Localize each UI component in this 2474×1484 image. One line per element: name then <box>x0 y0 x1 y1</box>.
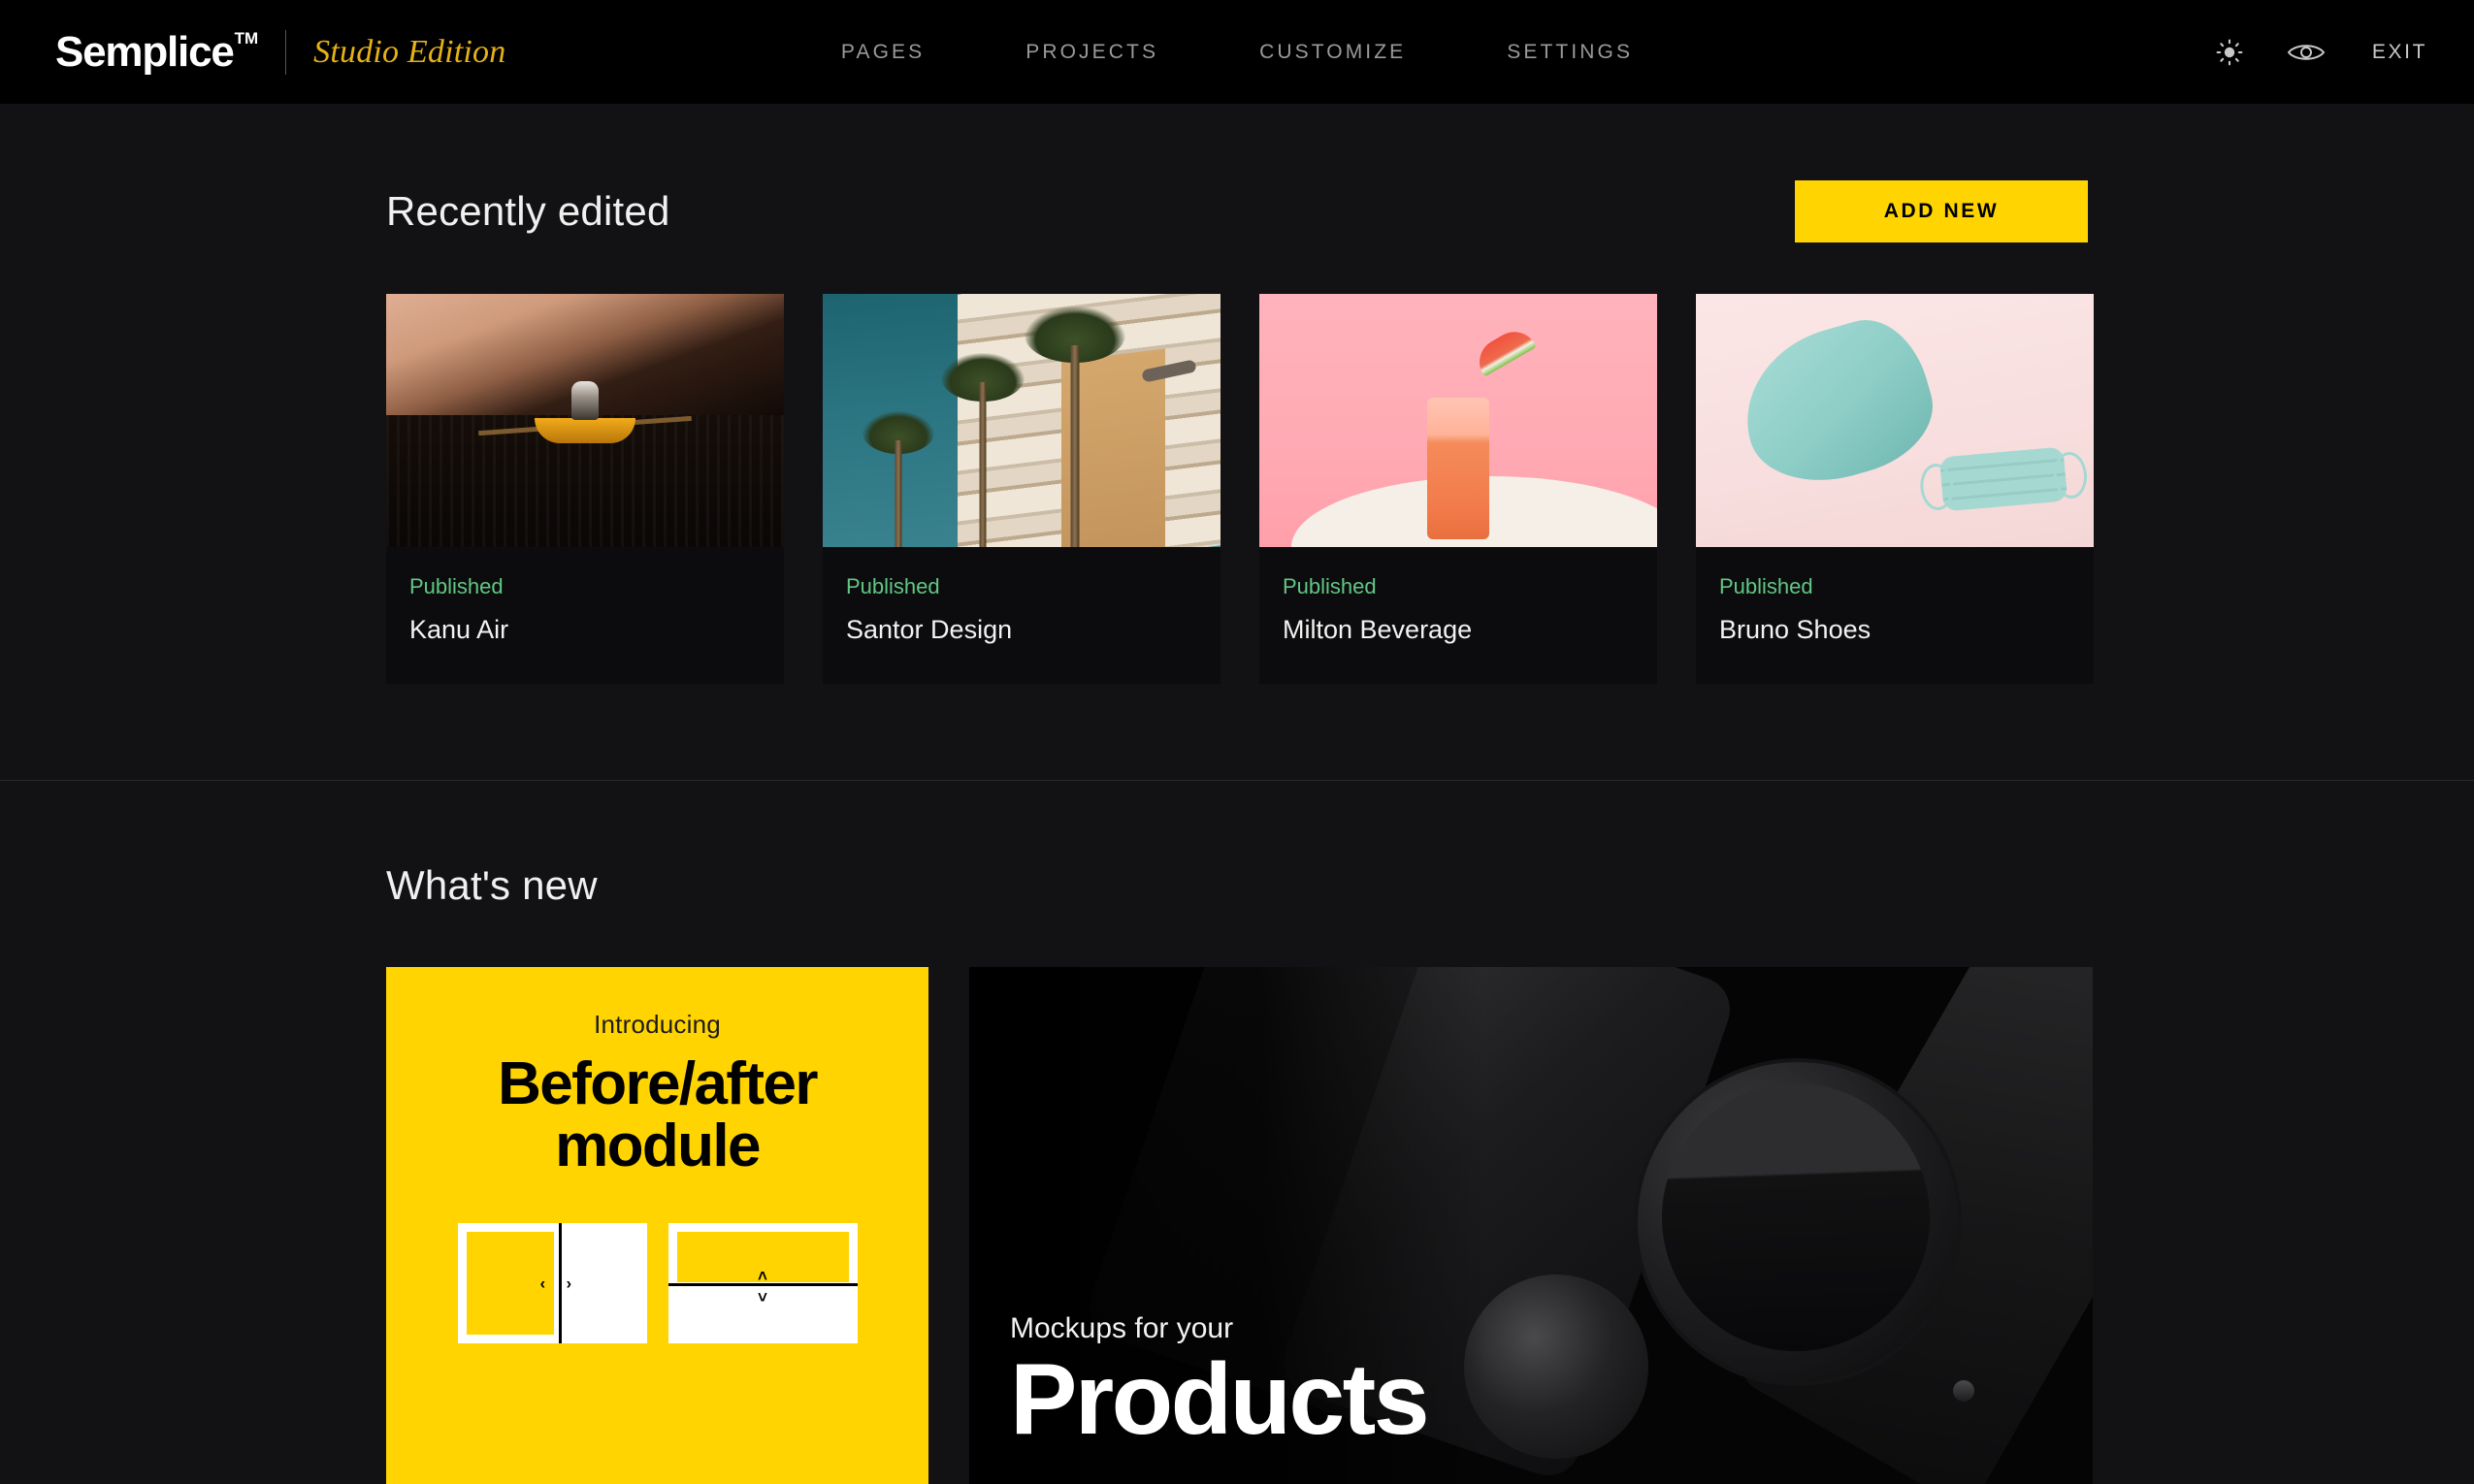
product-promo-title: Products <box>1010 1343 1430 1456</box>
page-title: Recently edited <box>386 188 670 234</box>
whats-new-title: What's new <box>386 862 598 908</box>
project-card-title: Bruno Shoes <box>1719 615 1872 644</box>
project-card-title: Santor Design <box>846 615 1013 644</box>
project-card[interactable]: Published Milton Beverage <box>1259 294 1657 684</box>
product-promo-copy: Mockups for your Products <box>1010 1312 1430 1456</box>
kayak-shape <box>535 417 635 443</box>
exit-button[interactable]: EXIT <box>2372 41 2427 64</box>
palm-tree-shape <box>934 353 1031 547</box>
horizontal-split-illustration: ˄ ˅ <box>667 1222 858 1343</box>
project-card-meta: Published Santor Design <box>823 547 1221 684</box>
palm-trees-thumbnail-image[interactable] <box>823 294 1221 547</box>
add-new-button[interactable]: ADD NEW <box>1795 180 2088 242</box>
shoe-shape <box>1726 306 1947 500</box>
product-promo-kicker: Mockups for your <box>1010 1312 1234 1344</box>
sun-icon[interactable] <box>2215 38 2244 67</box>
face-mask-shape <box>1939 446 2068 512</box>
nav-item-customize[interactable]: CUSTOMIZE <box>1209 41 1456 64</box>
palm-tree-shape <box>855 411 942 547</box>
promo-title: Before/after module <box>498 1050 818 1180</box>
chevron-up-icon: ˄ <box>758 1266 767 1285</box>
nav-item-projects[interactable]: PROJECTS <box>975 41 1209 64</box>
project-card-meta: Published Bruno Shoes <box>1696 547 2094 684</box>
brand-separator <box>285 29 287 75</box>
project-card-meta: Published Kanu Air <box>386 547 784 684</box>
whats-new-panels: Introducing Before/after module ‹ › ˄ ˅ … <box>386 967 2093 1484</box>
project-card[interactable]: Published Santor Design <box>823 294 1221 684</box>
palm-tree-shape <box>1022 306 1128 547</box>
chevron-right-icon: › <box>566 1274 572 1293</box>
beverage-thumbnail-image[interactable] <box>1259 294 1657 547</box>
nav-item-settings[interactable]: SETTINGS <box>1456 41 1683 64</box>
main-navigation: PAGES PROJECTS CUSTOMIZE SETTINGS <box>791 41 1683 64</box>
project-card[interactable]: Published Bruno Shoes <box>1696 294 2094 684</box>
before-after-figures: ‹ › ˄ ˅ <box>457 1222 858 1343</box>
brand-edition: Studio Edition <box>313 33 506 70</box>
recently-edited-header: Recently edited ADD NEW <box>386 179 2088 243</box>
status-badge: Published <box>1719 574 1813 598</box>
recently-edited-section: Recently edited ADD NEW Published Kanu A… <box>0 104 2474 781</box>
header-actions: EXIT <box>2215 38 2427 67</box>
project-card-meta: Published Milton Beverage <box>1259 547 1657 684</box>
watermelon-slice-shape <box>1471 323 1538 377</box>
brand-trademark: TM <box>234 29 259 48</box>
before-after-promo-panel[interactable]: Introducing Before/after module ‹ › ˄ ˅ <box>386 967 928 1484</box>
chevron-down-icon: ˅ <box>758 1287 767 1307</box>
promo-kicker: Introducing <box>594 1010 721 1039</box>
eye-icon[interactable] <box>2287 40 2326 65</box>
project-card-title: Milton Beverage <box>1283 615 1473 644</box>
brand-logo[interactable]: Semplice TM Studio Edition <box>55 27 506 76</box>
project-card-title: Kanu Air <box>409 615 509 644</box>
page-body: Recently edited ADD NEW Published Kanu A… <box>0 104 2474 1484</box>
nav-item-pages[interactable]: PAGES <box>791 41 975 64</box>
product-mockups-promo-panel[interactable]: Mockups for your Products <box>969 967 2093 1484</box>
person-shape <box>571 380 599 420</box>
chevron-left-icon: ‹ <box>539 1274 546 1293</box>
brand-name: Semplice <box>55 27 235 76</box>
vertical-split-illustration: ‹ › <box>457 1222 647 1343</box>
app-header: Semplice TM Studio Edition PAGES PROJECT… <box>0 0 2474 104</box>
section-divider <box>0 780 2474 781</box>
kayaker-thumbnail-image[interactable] <box>386 294 784 547</box>
status-badge: Published <box>1283 574 1377 598</box>
whats-new-section: What's new Introducing Before/after modu… <box>0 862 2474 1484</box>
status-badge: Published <box>409 574 504 598</box>
project-card[interactable]: Published Kanu Air <box>386 294 784 684</box>
shoe-thumbnail-image[interactable] <box>1696 294 2094 547</box>
project-card-grid: Published Kanu Air Published Santor Desi… <box>386 294 2094 684</box>
status-badge: Published <box>846 574 940 598</box>
drink-glass-shape <box>1427 398 1489 540</box>
